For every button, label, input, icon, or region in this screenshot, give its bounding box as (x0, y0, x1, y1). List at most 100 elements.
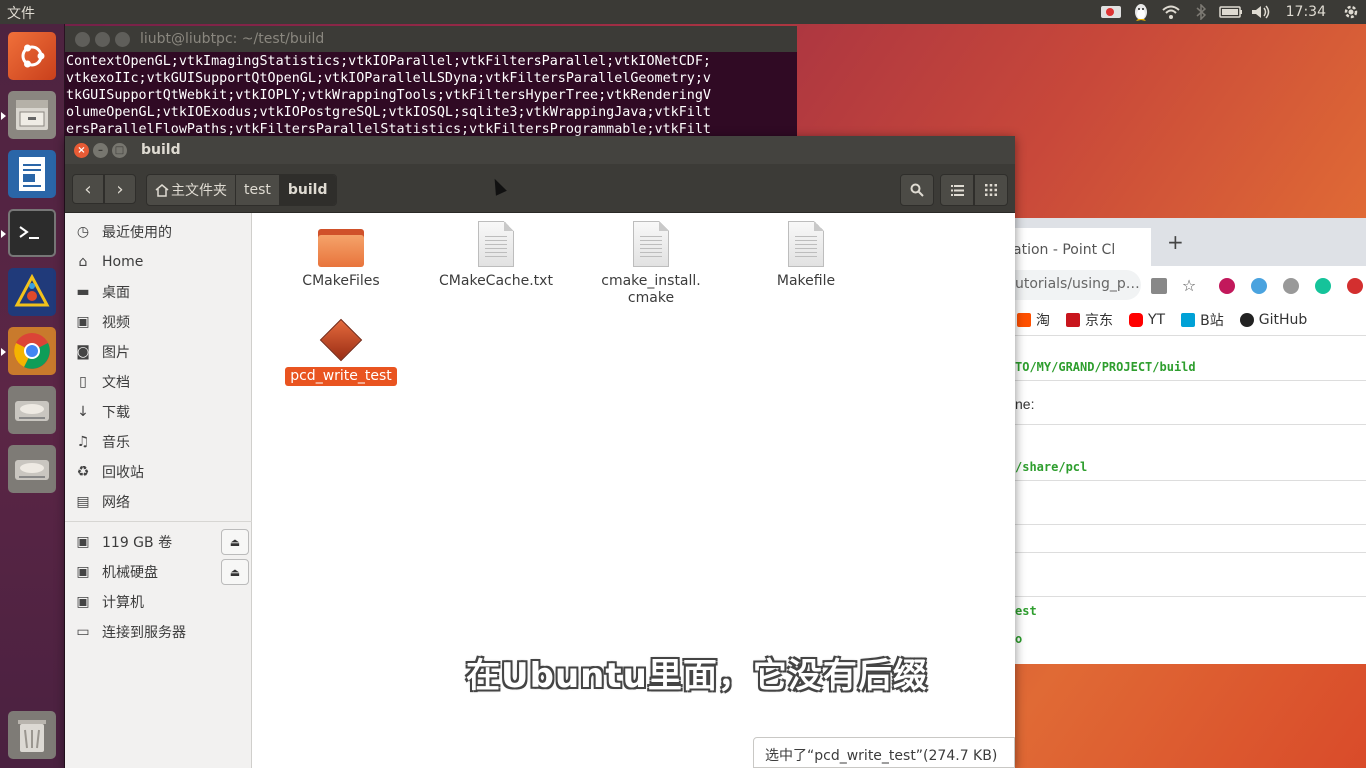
terminal-line: tkGUISupportQtWebkit;vtkIOPLY;vtkWrappin… (66, 88, 711, 103)
sidebar-item-label: 下载 (102, 405, 130, 421)
battery-icon[interactable] (1216, 0, 1246, 24)
eject-button[interactable]: ⏏ (221, 529, 249, 555)
bookmark-label: GitHub (1258, 311, 1308, 328)
chrome-tab[interactable]: ation - Point Cl (1001, 228, 1151, 266)
server-icon: ▭ (76, 624, 90, 640)
sidebar-item-recent[interactable]: ◷ 最近使用的 (65, 218, 252, 246)
sidebar-item-pictures[interactable]: ◙ 图片 (65, 338, 252, 366)
breadcrumb-test[interactable]: test (236, 175, 280, 205)
chrome-tabstrip: ation - Point Cl + (1001, 218, 1366, 266)
drive-icon: ▣ (76, 564, 90, 580)
translate-icon[interactable] (1151, 278, 1167, 294)
bookmark-github[interactable]: GitHub (1239, 311, 1308, 328)
terminal-titlebar[interactable]: liubt@liubtpc: ~/test/build (65, 26, 797, 52)
bookmark-bilibili[interactable]: B站 (1181, 310, 1224, 330)
computer-icon: ▣ (76, 594, 90, 610)
sidebar-item-network[interactable]: ▤ 网络 (65, 488, 252, 516)
chrome-window[interactable]: ation - Point Cl + utorials/using_p… ☆ 淘… (1000, 218, 1366, 664)
eject-icon: ⏏ (229, 565, 241, 579)
qq-penguin-icon[interactable] (1126, 0, 1156, 24)
bookmark-jd[interactable]: 京东 (1066, 310, 1113, 330)
sidebar-item-label: 最近使用的 (102, 225, 172, 241)
bookmark-taobao[interactable]: 淘 (1017, 310, 1050, 330)
file-item-folder[interactable]: CMakeFiles (271, 221, 411, 290)
bookmark-youtube[interactable]: YT (1129, 312, 1165, 328)
indicator-area: 17:34 (1096, 0, 1366, 24)
file-item-text[interactable]: Makefile (736, 221, 876, 290)
text-file-icon (478, 221, 514, 267)
minimize-icon[interactable]: – (93, 142, 108, 158)
gear-icon[interactable] (1336, 0, 1366, 24)
file-name: CMakeCache.txt (439, 273, 553, 289)
extension-icon[interactable] (1347, 278, 1363, 294)
close-icon[interactable] (75, 31, 90, 47)
breadcrumb-home[interactable]: 主文件夹 (147, 175, 236, 205)
extension-icon[interactable] (1283, 278, 1299, 294)
page-text: ne: (1015, 396, 1035, 412)
ubuntu-dash-icon[interactable] (7, 31, 57, 81)
page-code-text: /share/pcl (1015, 460, 1088, 474)
file-item-executable-selected[interactable]: pcd_write_test (271, 318, 411, 386)
search-button[interactable] (900, 174, 934, 206)
breadcrumb-label: test (244, 182, 271, 198)
sidebar-item-label: 连接到服务器 (102, 625, 186, 641)
window-title: build (141, 142, 181, 158)
breadcrumb-build[interactable]: build (279, 175, 336, 205)
sidebar-item-computer[interactable]: ▣ 计算机 (65, 588, 252, 616)
file-item-text[interactable]: cmake_install. cmake (581, 221, 721, 307)
list-view-button[interactable] (940, 174, 974, 206)
wifi-icon[interactable] (1156, 0, 1186, 24)
sidebar-item-downloads[interactable]: ↓ 下载 (65, 398, 252, 426)
volume-icon[interactable] (1246, 0, 1276, 24)
sidebar-item-label: 119 GB 卷 (102, 535, 173, 551)
file-name-line: cmake_install. (601, 273, 701, 289)
extension-icon[interactable] (1251, 278, 1267, 294)
new-tab-button[interactable]: + (1167, 230, 1184, 254)
app-menu-title[interactable]: 文件 (7, 3, 35, 23)
drive-icon: ▣ (76, 534, 90, 550)
sidebar-item-music[interactable]: ♫ 音乐 (65, 428, 252, 456)
clock[interactable]: 17:34 (1276, 4, 1336, 20)
sidebar-item-label: Home (102, 254, 144, 270)
text-file-icon (633, 221, 669, 267)
sidebar-item-documents[interactable]: ▯ 文档 (65, 368, 252, 396)
terminal-launcher-icon[interactable] (1, 208, 57, 258)
back-button[interactable]: ‹ (72, 174, 104, 204)
eject-button[interactable]: ⏏ (221, 559, 249, 585)
launcher (0, 24, 65, 768)
forward-button[interactable]: › (104, 174, 136, 204)
bluetooth-icon[interactable] (1186, 0, 1216, 24)
executable-icon (319, 318, 363, 362)
omnibox[interactable]: utorials/using_p… (1001, 270, 1141, 300)
sidebar-item-connect-server[interactable]: ▭ 连接到服务器 (65, 618, 252, 646)
minimize-icon[interactable] (95, 31, 110, 47)
sidebar-item-label: 图片 (102, 345, 130, 361)
kicad-launcher-icon[interactable] (7, 267, 57, 317)
sidebar-item-videos[interactable]: ▣ 视频 (65, 308, 252, 336)
grammarly-icon[interactable] (1315, 278, 1331, 294)
files-titlebar[interactable]: × – □ build (65, 136, 1015, 164)
sidebar-item-label: 机械硬盘 (102, 565, 158, 581)
terminal-output[interactable]: ContextOpenGL;vtkImagingStatistics;vtkIO… (65, 52, 797, 136)
folder-icon: ▬ (76, 284, 90, 300)
download-icon: ↓ (77, 404, 89, 420)
drive-launcher-icon[interactable] (7, 385, 57, 435)
files-launcher-icon[interactable] (1, 90, 57, 140)
maximize-icon[interactable] (115, 31, 130, 47)
chrome-launcher-icon[interactable] (1, 326, 57, 376)
drive-launcher-icon[interactable] (7, 444, 57, 494)
record-icon[interactable] (1096, 0, 1126, 24)
grid-view-button[interactable] (974, 174, 1008, 206)
close-icon[interactable]: × (74, 142, 89, 158)
file-item-text[interactable]: CMakeCache.txt (426, 221, 566, 290)
sidebar-item-desktop[interactable]: ▬ 桌面 (65, 278, 252, 306)
writer-launcher-icon[interactable] (7, 149, 57, 199)
terminal-window[interactable]: liubt@liubtpc: ~/test/build ContextOpenG… (65, 26, 797, 136)
maximize-icon[interactable]: □ (112, 142, 127, 158)
trash-launcher-icon[interactable] (7, 710, 57, 760)
star-icon[interactable]: ☆ (1181, 278, 1197, 294)
extension-icon[interactable] (1219, 278, 1235, 294)
sidebar-item-home[interactable]: ⌂ Home (65, 248, 252, 276)
sidebar-item-trash[interactable]: ♻ 回收站 (65, 458, 252, 486)
chevron-right-icon: › (116, 178, 124, 200)
